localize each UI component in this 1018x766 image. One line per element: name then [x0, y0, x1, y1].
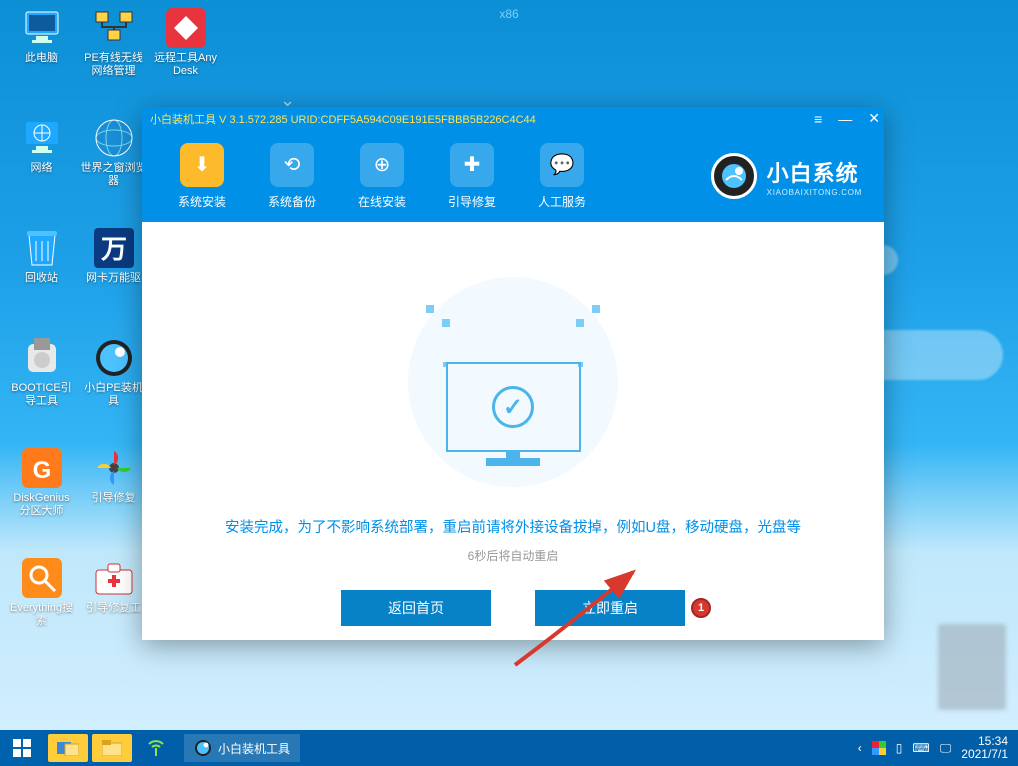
desktop-icon-pe-network[interactable]: PE有线无线网络管理	[80, 6, 147, 106]
icon-label: BOOTICE引导工具	[8, 382, 75, 407]
desktop-icon-anydesk[interactable]: 远程工具AnyDesk	[152, 6, 219, 106]
title-bar[interactable]: 小白装机工具 V 3.1.572.285 URID:CDFF5A594C09E1…	[142, 107, 884, 130]
back-button[interactable]: 返回首页	[341, 590, 491, 626]
restart-button[interactable]: 立即重启	[535, 590, 685, 626]
backup-icon: ⟲	[270, 143, 314, 187]
annotation-marker: 1	[691, 598, 711, 618]
tray-monitor-icon[interactable]: 🖵	[940, 741, 952, 756]
desktop-icon-everything[interactable]: Everything搜索	[8, 556, 75, 656]
icon-label: 网卡万能驱	[86, 272, 141, 285]
browser-icon	[92, 116, 136, 160]
nav-label: 人工服务	[538, 193, 586, 210]
taskbar-app[interactable]: 小白装机工具	[184, 734, 300, 762]
arch-label: x86	[499, 7, 518, 21]
desktop-icon-driver[interactable]: 万网卡万能驱	[80, 226, 147, 326]
nav-support[interactable]: 💬 人工服务	[517, 143, 607, 210]
nav-label: 系统备份	[268, 193, 316, 210]
desktop-icon-recycle[interactable]: 回收站	[8, 226, 75, 326]
desktop-icon-diskgenius[interactable]: G DiskGenius分区大师	[8, 446, 75, 546]
wifi-icon[interactable]	[136, 734, 176, 762]
network-icon	[20, 116, 64, 160]
menu-icon[interactable]: ≡	[814, 111, 822, 127]
nav-label: 引导修复	[448, 193, 496, 210]
icon-label: 此电脑	[25, 52, 58, 65]
icon-label: DiskGenius分区大师	[8, 492, 75, 517]
icon-label: 小白PE装机具	[80, 382, 147, 407]
minimize-icon[interactable]: —	[838, 111, 852, 127]
icon-label: 引导修复	[92, 492, 136, 505]
nav-repair[interactable]: ✚ 引导修复	[427, 143, 517, 210]
close-icon[interactable]: ✕	[868, 110, 880, 127]
completion-message: 安装完成，为了不影响系统部署，重启前请将外接设备拔掉，例如U盘，移动硬盘，光盘等	[225, 516, 801, 537]
driver-icon: 万	[92, 226, 136, 270]
tray-security-icon[interactable]	[872, 741, 886, 755]
brand-name: 小白系统	[767, 156, 862, 188]
xiaobai-pe-icon	[92, 336, 136, 380]
tray-chevron-icon[interactable]: ‹	[858, 741, 862, 755]
desktop-icon-boot-repair2[interactable]: 引导修复工	[80, 556, 147, 656]
nav-label: 在线安装	[358, 193, 406, 210]
content-area: ✓ 安装完成，为了不影响系统部署，重启前请将外接设备拔掉，例如U盘，移动硬盘，光…	[142, 222, 884, 640]
taskbar-app-label: 小白装机工具	[218, 740, 290, 757]
icon-label: Everything搜索	[8, 602, 75, 627]
desktop-icon-bootice[interactable]: BOOTICE引导工具	[8, 336, 75, 436]
monitor-icon: ✓	[446, 362, 581, 452]
success-illustration: ✓	[388, 277, 638, 452]
desktop-icon-boot-repair[interactable]: 引导修复	[80, 446, 147, 546]
brand-url: XIAOBAIXITONG.COM	[767, 188, 862, 197]
window-title: 小白装机工具 V 3.1.572.285 URID:CDFF5A594C09E1…	[150, 111, 536, 127]
taskbar[interactable]: 小白装机工具 ‹ ▯ ⌨ 🖵 15:34 2021/7/1	[0, 730, 1018, 766]
icon-label: 引导修复工	[86, 602, 141, 615]
icon-label: 回收站	[25, 272, 58, 285]
this-pc-icon	[20, 6, 64, 50]
bootice-icon	[20, 336, 64, 380]
install-icon: ⬇	[180, 143, 224, 187]
nav-online[interactable]: ⊕ 在线安装	[337, 143, 427, 210]
system-tray[interactable]: ‹ ▯ ⌨ 🖵 15:34 2021/7/1	[858, 735, 1018, 761]
nav-install[interactable]: ⬇ 系统安装	[157, 143, 247, 210]
boot-repair2-icon	[92, 556, 136, 600]
nav-label: 系统安装	[178, 193, 226, 210]
desktop-icon-network[interactable]: 网络	[8, 116, 75, 216]
countdown-message: 6秒后将自动重启	[468, 547, 559, 564]
everything-icon	[20, 556, 64, 600]
svg-text:G: G	[32, 457, 51, 484]
repair-icon: ✚	[450, 143, 494, 187]
icon-label: PE有线无线网络管理	[80, 52, 147, 77]
support-icon: 💬	[540, 143, 584, 187]
icon-label: 世界之窗浏览器	[80, 162, 147, 187]
desktop-icon-this-pc[interactable]: 此电脑	[8, 6, 75, 106]
pe-network-icon	[92, 6, 136, 50]
recycle-icon	[20, 226, 64, 270]
nav-backup[interactable]: ⟲ 系统备份	[247, 143, 337, 210]
qr-widget[interactable]	[938, 624, 1006, 710]
brand-logo: 小白系统 XIAOBAIXITONG.COM	[711, 153, 862, 199]
brand-badge-icon	[711, 153, 757, 199]
installer-window: 小白装机工具 V 3.1.572.285 URID:CDFF5A594C09E1…	[142, 107, 884, 640]
file-explorer-icon[interactable]	[92, 734, 132, 762]
diskgenius-icon: G	[20, 446, 64, 490]
desktop-icon-browser[interactable]: 世界之窗浏览器	[80, 116, 147, 216]
tray-date: 2021/7/1	[961, 748, 1008, 761]
icon-label: 远程工具AnyDesk	[152, 52, 219, 77]
icon-label: 网络	[31, 162, 53, 175]
tray-battery-icon[interactable]: ▯	[896, 741, 903, 755]
explorer-folders-icon[interactable]	[48, 734, 88, 762]
desktop-icon-xiaobai-pe[interactable]: 小白PE装机具	[80, 336, 147, 436]
checkmark-icon: ✓	[492, 386, 534, 428]
boot-repair-icon	[92, 446, 136, 490]
tray-keyboard-icon[interactable]: ⌨	[912, 741, 929, 755]
svg-text:万: 万	[100, 234, 126, 264]
start-button[interactable]	[0, 730, 44, 766]
nav-bar: ⬇ 系统安装 ⟲ 系统备份 ⊕ 在线安装 ✚ 引导修复 💬 人工服务 小白系统 XIAOBAIXI…	[142, 130, 884, 222]
online-icon: ⊕	[360, 143, 404, 187]
anydesk-icon	[164, 6, 208, 50]
